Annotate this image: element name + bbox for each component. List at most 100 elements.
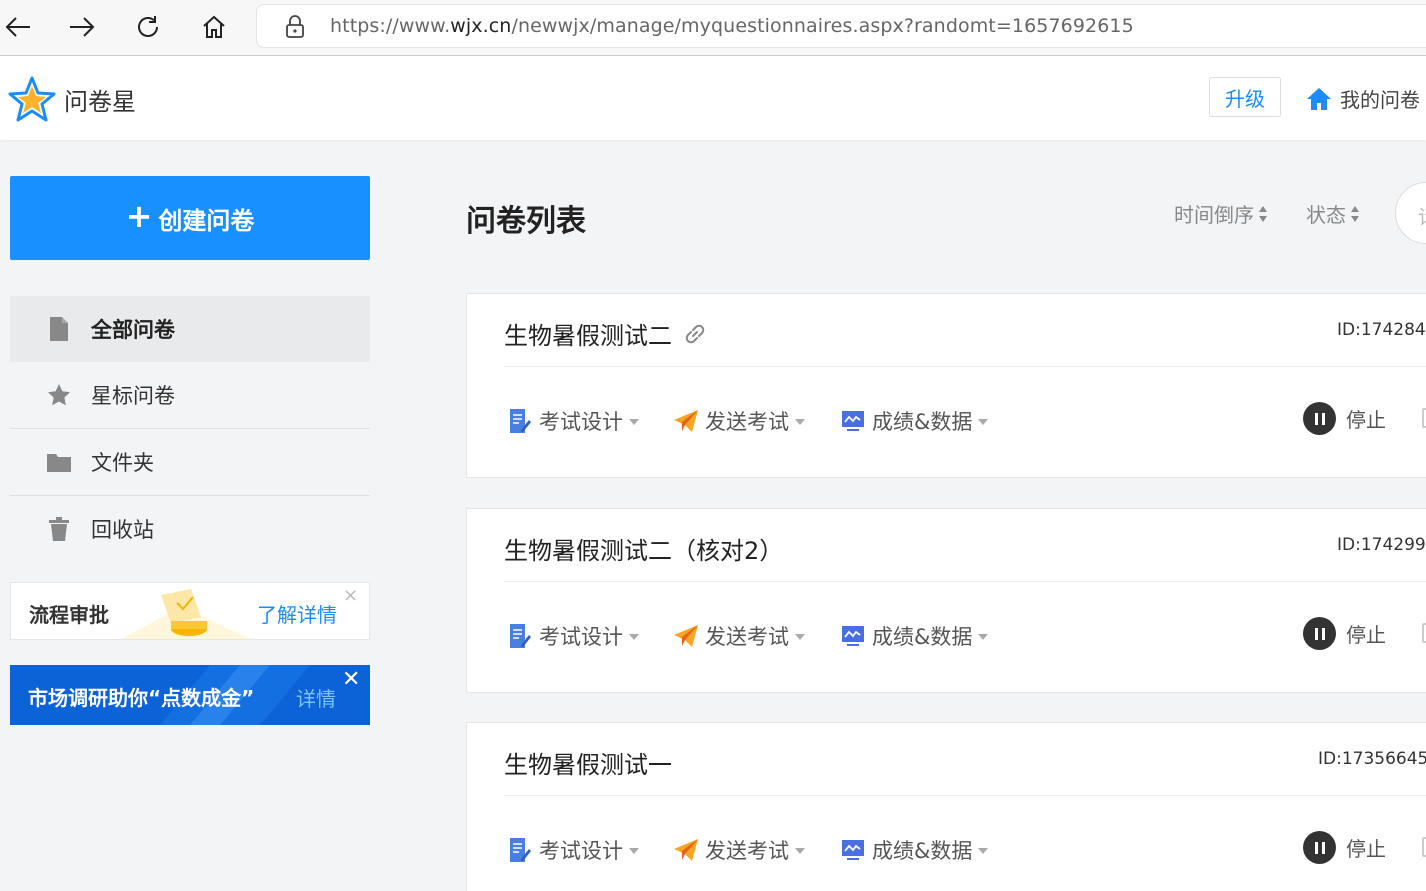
action-label: 发送考试 (705, 839, 789, 863)
copy-icon[interactable] (1422, 408, 1426, 428)
folder-icon (46, 449, 72, 475)
action-label: 考试设计 (539, 410, 623, 434)
trash-icon (46, 516, 72, 542)
questionnaire-id: ID:1742847 (1337, 320, 1426, 340)
pause-icon (1303, 402, 1336, 435)
sidebar-item-label: 回收站 (91, 518, 154, 542)
stop-label: 停止 (1346, 837, 1386, 861)
my-questionnaires-link[interactable]: 我的问卷 (1306, 84, 1420, 113)
questionnaire-card: 生物暑假测试二（核对2） ID:1742990 考试设计 发送考试 成绩&数据 … (466, 508, 1426, 693)
action-label: 发送考试 (705, 410, 789, 434)
promo-illustration (121, 589, 251, 639)
exam-design-menu[interactable]: 考试设计 (507, 621, 639, 651)
chevron-down-icon (795, 848, 805, 854)
promo-more-link[interactable]: 了解详情 (257, 599, 337, 628)
chevron-down-icon (629, 634, 639, 640)
send-exam-menu[interactable]: 发送考试 (673, 835, 805, 865)
star-icon (46, 382, 72, 408)
sort-status-label: 状态 (1306, 203, 1346, 227)
chevron-down-icon (978, 419, 989, 425)
link-icon[interactable] (682, 321, 708, 347)
sidebar-item-folder[interactable]: 文件夹 (10, 429, 370, 495)
send-exam-menu[interactable]: 发送考试 (673, 621, 805, 651)
questionnaire-title[interactable]: 生物暑假测试二（核对2） (504, 531, 783, 566)
promo-more-link[interactable]: 详情 (296, 683, 336, 712)
search-placeholder: 请 (1418, 201, 1426, 230)
edit-document-icon (507, 408, 533, 434)
chevron-down-icon (795, 634, 805, 640)
stop-button[interactable]: 停止 (1303, 402, 1386, 435)
browser-toolbar: https://www.wjx.cn/newwjx/manage/myquest… (0, 0, 1426, 56)
score-data-menu[interactable]: 成绩&数据 (840, 835, 989, 865)
address-bar[interactable]: https://www.wjx.cn/newwjx/manage/myquest… (256, 4, 1426, 48)
questionnaire-title[interactable]: 生物暑假测试一 (504, 745, 672, 780)
sidebar-item-label: 文件夹 (91, 451, 154, 475)
score-data-menu[interactable]: 成绩&数据 (840, 406, 989, 436)
sidebar-item-trash[interactable]: 回收站 (10, 496, 370, 562)
action-label: 成绩&数据 (872, 410, 973, 434)
sidebar-item-label: 全部问卷 (91, 318, 175, 342)
page-title: 问卷列表 (466, 204, 586, 239)
action-label: 成绩&数据 (872, 839, 973, 863)
paper-plane-icon (673, 623, 699, 649)
chart-monitor-icon (840, 837, 866, 863)
copy-icon[interactable] (1422, 623, 1426, 643)
chevron-down-icon (978, 848, 989, 854)
create-questionnaire-button[interactable]: + 创建问卷 (10, 176, 370, 260)
action-label: 考试设计 (539, 625, 623, 649)
refresh-icon[interactable] (130, 9, 166, 45)
star-logo-icon[interactable] (8, 76, 56, 122)
document-icon (46, 316, 72, 342)
upgrade-button[interactable]: 升级 (1209, 77, 1281, 117)
chevron-down-icon (795, 419, 805, 425)
action-label: 考试设计 (539, 839, 623, 863)
sidebar-item-all[interactable]: 全部问卷 (10, 296, 370, 362)
chevron-down-icon (978, 634, 989, 640)
promo-title: 流程审批 (29, 603, 109, 627)
promo-title: 市场调研助你“点数成金” (28, 686, 255, 710)
stop-label: 停止 (1346, 623, 1386, 647)
sort-time-label: 时间倒序 (1174, 203, 1254, 227)
pause-icon (1303, 617, 1336, 650)
score-data-menu[interactable]: 成绩&数据 (840, 621, 989, 651)
edit-document-icon (507, 623, 533, 649)
stop-button[interactable]: 停止 (1303, 617, 1386, 650)
home-icon[interactable] (196, 9, 232, 45)
sort-arrows-icon (1259, 205, 1267, 222)
edit-document-icon (507, 837, 533, 863)
card-divider (504, 366, 1426, 367)
sidebar-item-label: 星标问卷 (91, 384, 175, 408)
url-text: https://www.wjx.cn/newwjx/manage/myquest… (330, 15, 1134, 37)
paper-plane-icon (673, 837, 699, 863)
questionnaire-title[interactable]: 生物暑假测试二 (504, 316, 708, 351)
stop-label: 停止 (1346, 408, 1386, 432)
card-divider (504, 795, 1426, 796)
lock-icon[interactable] (285, 15, 305, 43)
questionnaire-card: 生物暑假测试二 ID:1742847 考试设计 发送考试 成绩&数据 停止 (466, 293, 1426, 478)
search-input[interactable]: 请 (1395, 182, 1426, 244)
workflow-promo-banner[interactable]: 流程审批 了解详情 × (10, 582, 370, 640)
action-label: 发送考试 (705, 625, 789, 649)
pause-icon (1303, 831, 1336, 864)
market-research-banner[interactable]: 市场调研助你“点数成金” 详情 ✕ (10, 665, 370, 725)
exam-design-menu[interactable]: 考试设计 (507, 835, 639, 865)
sort-by-time[interactable]: 时间倒序 (1174, 199, 1268, 228)
close-icon[interactable]: ✕ (342, 667, 360, 692)
sort-by-status[interactable]: 状态 (1306, 199, 1360, 228)
chevron-down-icon (629, 419, 639, 425)
send-exam-menu[interactable]: 发送考试 (673, 406, 805, 436)
copy-icon[interactable] (1422, 837, 1426, 857)
create-label: 创建问卷 (158, 206, 255, 235)
sidebar-item-starred[interactable]: 星标问卷 (10, 362, 370, 428)
questionnaire-id: ID:17356645 (1318, 749, 1426, 769)
brand-name[interactable]: 问卷星 (64, 82, 136, 117)
plus-icon: + (125, 197, 153, 235)
action-label: 成绩&数据 (872, 625, 973, 649)
questionnaire-id: ID:1742990 (1337, 535, 1426, 555)
stop-button[interactable]: 停止 (1303, 831, 1386, 864)
chevron-down-icon (629, 848, 639, 854)
exam-design-menu[interactable]: 考试设计 (507, 406, 639, 436)
back-arrow-icon[interactable] (0, 9, 36, 45)
forward-arrow-icon[interactable] (64, 9, 100, 45)
close-icon[interactable]: × (343, 585, 358, 606)
